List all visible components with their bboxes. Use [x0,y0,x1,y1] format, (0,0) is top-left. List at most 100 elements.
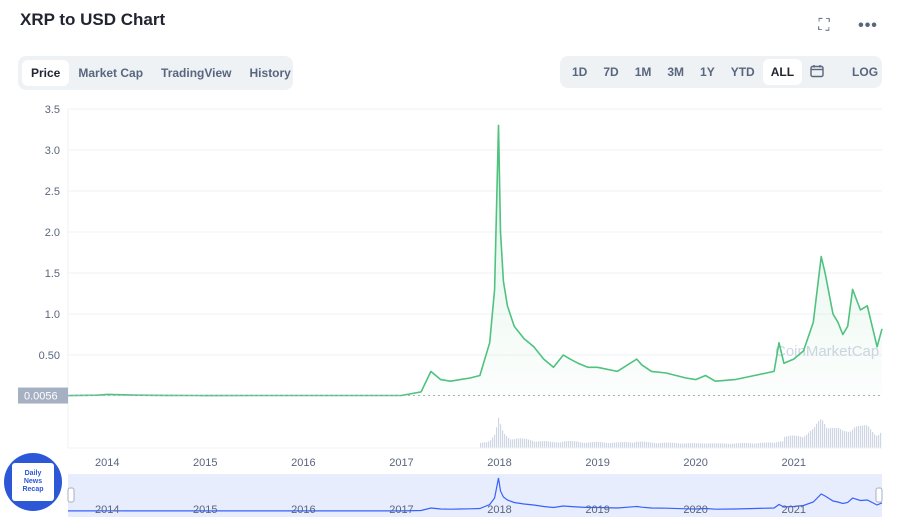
navigator[interactable]: 2014 2015 2016 2017 2018 2019 2020 2021 [67,474,883,517]
volume-bar [514,439,516,448]
volume-bar [684,443,686,448]
volume-bar [628,442,630,448]
volume-bar [662,442,664,448]
volume-bar [826,427,828,448]
y-tick-label: 3.5 [45,104,60,116]
volume-bar [672,442,674,448]
volume-bar [634,442,636,448]
volume-bar [676,443,678,448]
volume-bar [694,443,696,448]
volume-bar [794,435,796,448]
volume-bar [760,442,762,448]
volume-bar [736,443,738,448]
volume-bar [522,438,524,448]
volume-bar [508,437,510,448]
volume-bar [550,441,552,448]
volume-bar [744,443,746,448]
volume-bar [558,442,560,448]
volume-bar [480,442,482,448]
volume-bar [556,442,558,448]
volume-bar [704,443,706,448]
x-tick-label: 2018 [487,457,511,469]
volume-bar [758,443,760,448]
volume-bar [690,443,692,448]
volume-bar [506,436,508,448]
volume-bar [498,417,500,448]
current-price-label: 0.0056 [24,391,58,403]
y-tick-label: 2.5 [45,186,60,198]
volume-bar [772,442,774,448]
volume-bar [722,443,724,448]
volume-bar [748,443,750,448]
volume-bar [858,425,860,448]
navigator-handle-left [67,487,75,503]
volume-bar [728,443,730,448]
volume-bar [504,433,506,448]
volume-bar [654,443,656,448]
navigator-tick-label: 2019 [585,504,609,516]
volume-bar [640,441,642,448]
volume-bar [754,443,756,448]
volume-bar [878,434,880,448]
volume-bar [610,442,612,448]
volume-bar [564,441,566,448]
volume-bar [686,443,688,448]
x-tick-label: 2019 [585,457,609,469]
navigator-tick-label: 2021 [781,504,805,516]
volume-bar [780,441,782,448]
volume-bar [592,441,594,448]
volume-bar [762,442,764,448]
volume-bar [668,442,670,448]
volume-bar [804,436,806,448]
volume-bar [664,442,666,448]
volume-bar [824,424,826,448]
volume-bar [820,419,822,448]
volume-bar [830,427,832,448]
volume-bar [496,427,498,448]
volume-bar [616,442,618,448]
volume-bar [856,426,858,448]
volume-bar [656,443,658,448]
volume-bar [536,441,538,448]
volume-bar [524,438,526,448]
volume-bar [696,443,698,448]
volume-bar [718,443,720,448]
volume-bar [810,430,812,448]
volume-bar [586,442,588,448]
volume-bar [598,441,600,448]
volume-bar [492,437,494,448]
volume-bar [720,443,722,448]
y-axis: 0.50 1.0 1.5 2.0 2.5 3.0 3.5 [39,104,60,362]
volume-bar [836,427,838,448]
volume-bar [648,442,650,448]
volume-bar [716,443,718,448]
volume-bar [594,441,596,448]
y-tick-label: 2.0 [45,227,60,239]
volume-bar [636,441,638,448]
volume-bar [732,443,734,448]
volume-bar [842,430,844,448]
price-chart[interactable]: 0.501.01.52.02.53.03.5 CoinMarketCap 0.0… [0,0,900,531]
news-badge[interactable]: Daily News Recap [4,453,62,511]
x-tick-label: 2016 [291,457,315,469]
volume-bar [516,438,518,448]
volume-bar [800,436,802,448]
volume-bar [608,443,610,448]
volume-bar [750,443,752,448]
volume-bar [814,426,816,448]
volume-bar [576,441,578,448]
volume-bar [828,428,830,448]
volume-bar [630,442,632,448]
volume-bar [714,443,716,448]
volume-bar [570,440,572,448]
volume-bar [862,425,864,448]
volume-bar [486,442,488,448]
volume-bar [790,435,792,448]
volume-bar [776,442,778,448]
volume-bar [808,432,810,448]
volume-bar [678,443,680,448]
volume-bar [838,428,840,448]
volume-bar [854,427,856,448]
volume-bar [652,442,654,448]
volume-bar [816,423,818,448]
